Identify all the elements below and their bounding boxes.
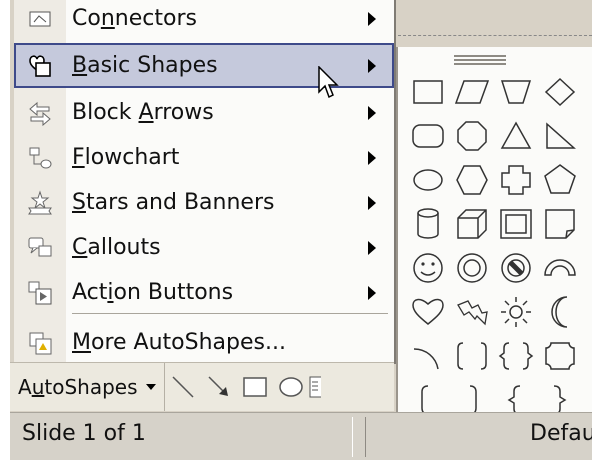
design-template-text: Defau <box>530 421 592 446</box>
submenu-arrow-icon <box>368 240 376 255</box>
submenu-arrow-icon <box>368 150 376 165</box>
diamond-shape-icon[interactable] <box>540 71 580 111</box>
submenu-arrow-icon <box>368 285 376 300</box>
menu-separator <box>72 313 388 314</box>
status-bar: Slide 1 of 1 Defau <box>10 412 592 460</box>
menu-item-label: Connectors <box>72 6 197 31</box>
action-buttons-icon <box>14 270 66 315</box>
submenu-arrow-icon <box>368 105 376 120</box>
submenu-arrow-icon <box>368 58 376 73</box>
menu-item-action-buttons[interactable]: Action Buttons <box>14 270 394 315</box>
cross-shape-icon[interactable] <box>496 159 536 199</box>
rectangle-shape-icon[interactable] <box>408 71 448 111</box>
arc-shape-icon[interactable] <box>408 335 448 375</box>
sun-shape-icon[interactable] <box>496 291 536 331</box>
cube-shape-icon[interactable] <box>452 203 492 243</box>
slide-count-text: Slide 1 of 1 <box>22 421 146 446</box>
moon-shape-icon[interactable] <box>540 291 580 331</box>
pentagon-shape-icon[interactable] <box>540 159 580 199</box>
right-triangle-shape-icon[interactable] <box>540 115 580 155</box>
heart-shape-icon[interactable] <box>408 291 448 331</box>
more-autoshapes-icon <box>14 320 66 365</box>
no-symbol-shape-icon[interactable] <box>496 247 536 287</box>
line-icon[interactable] <box>165 367 201 407</box>
slide-guide-line <box>398 35 592 36</box>
stars-banners-icon <box>14 180 66 225</box>
menu-item-connectors[interactable]: Connectors <box>14 0 394 41</box>
triangle-shape-icon[interactable] <box>496 115 536 155</box>
flowchart-icon <box>14 135 66 180</box>
menu-item-label: Stars and Banners <box>72 190 275 215</box>
block-arrows-icon <box>14 90 66 135</box>
menu-item-flowchart[interactable]: Flowchart <box>14 135 394 180</box>
parallelogram-shape-icon[interactable] <box>452 71 492 111</box>
autoshapes-dropdown-button[interactable]: AutoShapes <box>10 363 165 411</box>
block-arc-shape-icon[interactable] <box>540 247 580 287</box>
autoshapes-menu: Connectors Basic Shapes Block Arrows Flo… <box>14 0 396 364</box>
autoshapes-label: AutoShapes <box>18 375 138 399</box>
submenu-arrow-icon <box>368 11 376 26</box>
mouse-cursor-icon <box>318 66 339 99</box>
menu-item-more-autoshapes[interactable]: More AutoShapes... <box>14 320 394 365</box>
smiley-face-shape-icon[interactable] <box>408 247 448 287</box>
folded-corner-shape-icon[interactable] <box>540 203 580 243</box>
oval-shape-icon[interactable] <box>408 159 448 199</box>
menu-item-label: Block Arrows <box>72 100 214 125</box>
drawing-toolbar: AutoShapes <box>10 362 394 411</box>
donut-shape-icon[interactable] <box>452 247 492 287</box>
callouts-icon <box>14 225 66 270</box>
submenu-drag-grip[interactable] <box>454 55 506 69</box>
menu-item-callouts[interactable]: Callouts <box>14 225 394 270</box>
dropdown-arrow-icon <box>145 384 156 390</box>
menu-item-label: Flowchart <box>72 145 180 170</box>
menu-item-stars-and-banners[interactable]: Stars and Banners <box>14 180 394 225</box>
plaque-shape-icon[interactable] <box>540 335 580 375</box>
oval-icon[interactable] <box>273 367 309 407</box>
menu-item-label: Action Buttons <box>72 280 234 305</box>
double-brace-shape-icon[interactable] <box>496 335 536 375</box>
bevel-shape-icon[interactable] <box>496 203 536 243</box>
textbox-icon[interactable] <box>309 367 329 407</box>
menu-item-label: Callouts <box>72 235 161 260</box>
can-shape-icon[interactable] <box>408 203 448 243</box>
basic-shapes-submenu <box>396 47 592 441</box>
hexagon-shape-icon[interactable] <box>452 159 492 199</box>
submenu-arrow-icon <box>368 195 376 210</box>
octagon-shape-icon[interactable] <box>452 115 492 155</box>
connectors-icon <box>14 0 66 41</box>
double-bracket-shape-icon[interactable] <box>452 335 492 375</box>
powerpoint-window: Connectors Basic Shapes Block Arrows Flo… <box>10 0 592 460</box>
menu-item-label: More AutoShapes... <box>72 330 286 355</box>
basic-shapes-icon <box>14 43 66 88</box>
status-divider <box>352 417 366 457</box>
lightning-bolt-shape-icon[interactable] <box>452 291 492 331</box>
rectangle-icon[interactable] <box>237 367 273 407</box>
rounded-rectangle-shape-icon[interactable] <box>408 115 448 155</box>
arrow-icon[interactable] <box>201 367 237 407</box>
trapezoid-shape-icon[interactable] <box>496 71 536 111</box>
